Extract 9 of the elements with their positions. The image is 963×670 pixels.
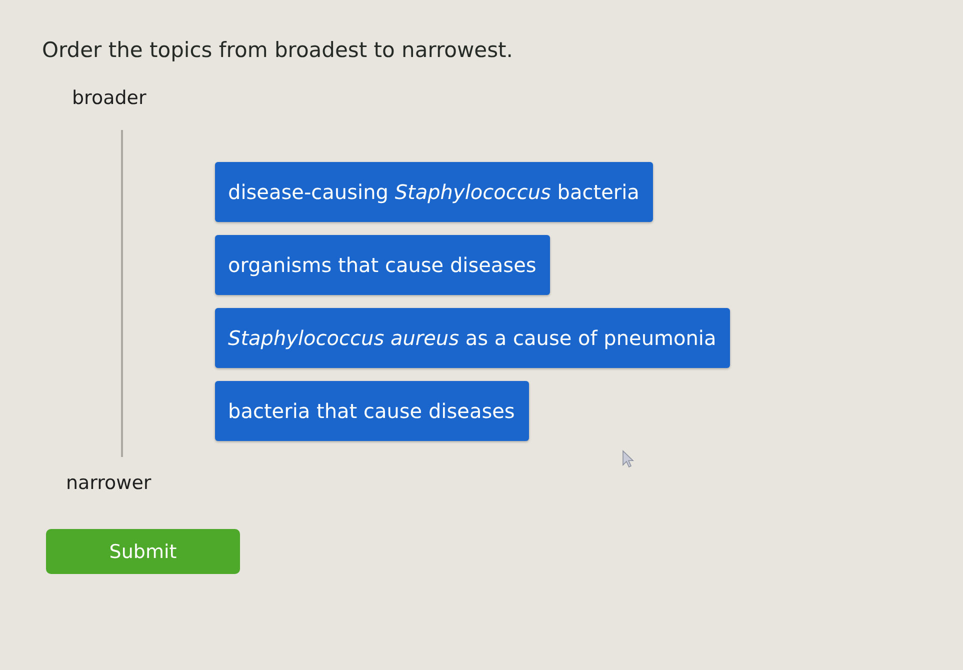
topic-card[interactable]: bacteria that cause diseases bbox=[215, 381, 529, 441]
scale-top-label: broader bbox=[72, 86, 146, 110]
mouse-pointer-icon bbox=[622, 450, 634, 468]
topic-card[interactable]: Staphylococcus aureus as a cause of pneumonia bbox=[215, 308, 730, 368]
submit-button[interactable]: Submit bbox=[46, 529, 240, 574]
scale-bottom-label: narrower bbox=[66, 471, 152, 495]
topic-card[interactable]: organisms that cause diseases bbox=[215, 235, 550, 295]
topic-card[interactable]: disease-causing Staphylococcus bacteria bbox=[215, 162, 654, 222]
question-prompt: Order the topics from broadest to narrowest. bbox=[42, 37, 513, 64]
